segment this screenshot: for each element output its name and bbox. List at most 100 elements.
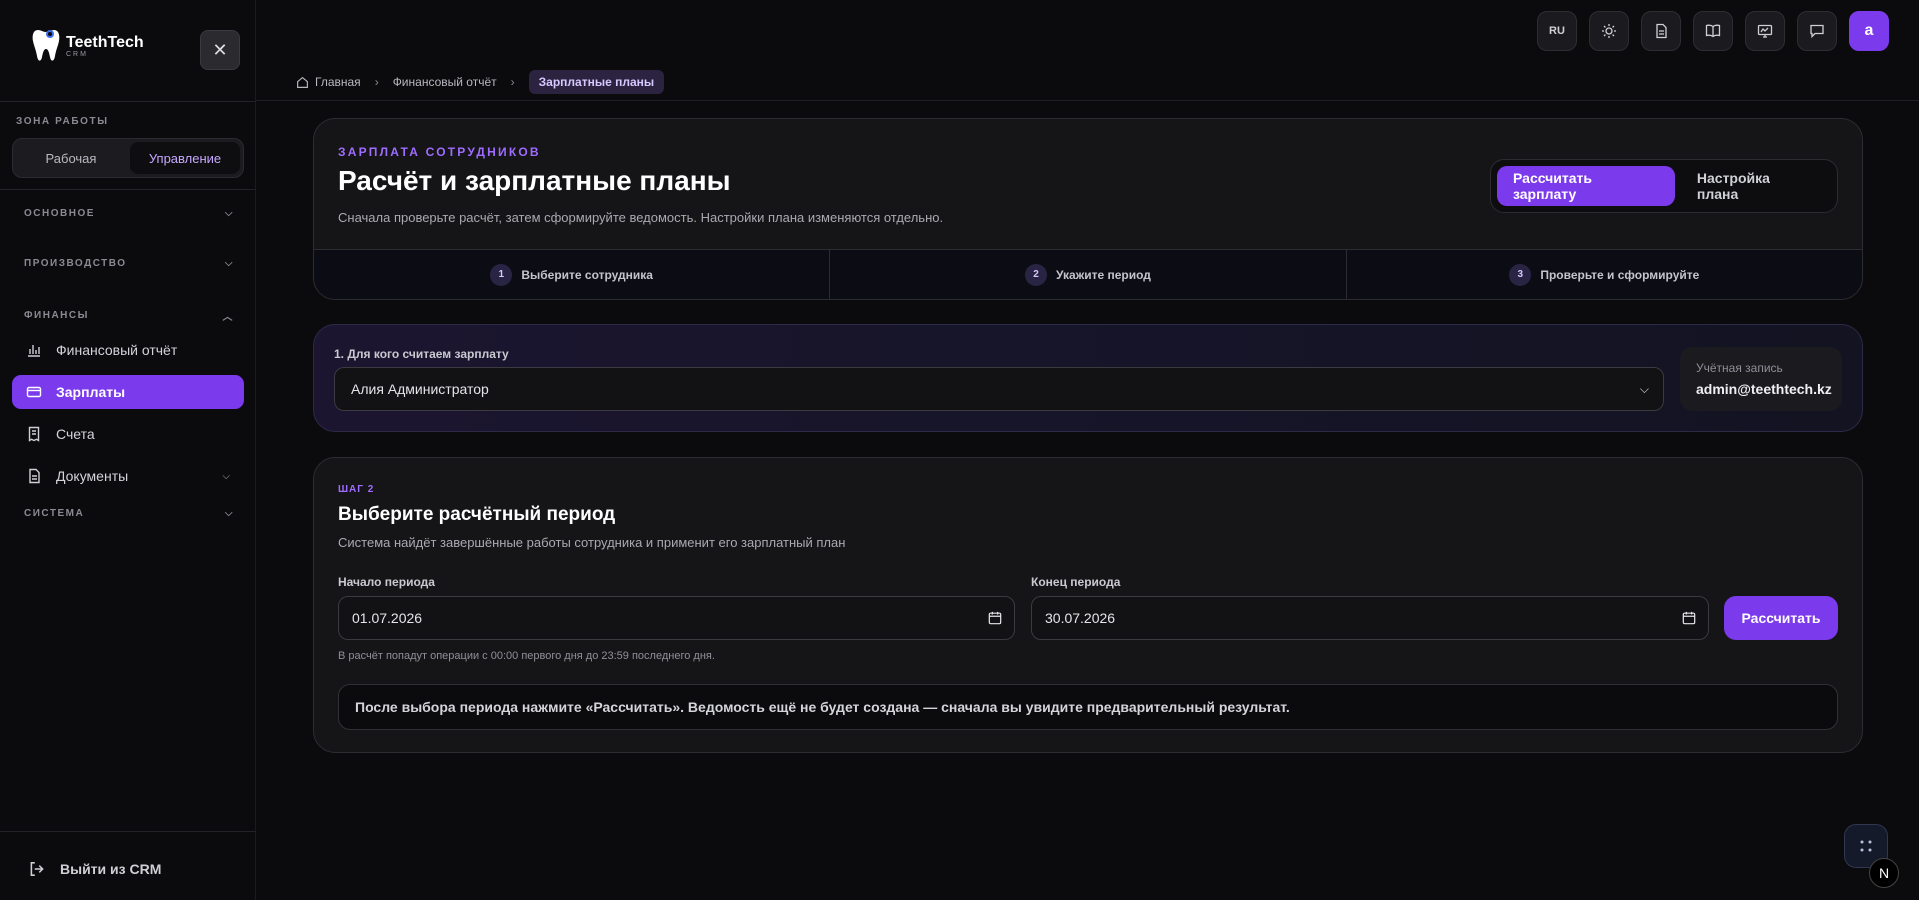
step-tag: ШАГ 2 <box>338 484 375 495</box>
breadcrumb-parent[interactable]: Финансовый отчёт <box>393 75 497 89</box>
theme-toggle-button[interactable] <box>1589 11 1629 51</box>
sidebar-divider <box>0 831 256 832</box>
chat-icon <box>1810 24 1824 39</box>
grid-dots-icon <box>1860 840 1872 852</box>
sidebar-item-salaries[interactable]: Зарплаты <box>12 375 244 409</box>
eyebrow-label: ЗАРПЛАТА СОТРУДНИКОВ <box>338 145 541 159</box>
document-icon <box>29 468 40 484</box>
monitor-icon <box>1757 24 1773 38</box>
book-icon <box>1705 24 1721 38</box>
end-date-label: Конец периода <box>1031 575 1121 589</box>
logout-label: Выйти из CRM <box>60 861 162 877</box>
step-number: 2 <box>1025 263 1048 286</box>
account-value: admin@teethtech.kz <box>1696 381 1832 397</box>
avatar[interactable]: a <box>1849 11 1889 51</box>
end-date-value: 30.07.2026 <box>1045 610 1116 626</box>
section-production[interactable]: ПРОИЗВОДСТВО ⌵ <box>24 258 234 269</box>
zone-option-work[interactable]: Рабочая <box>16 142 126 174</box>
salary-header-card: ЗАРПЛАТА СОТРУДНИКОВ Расчёт и зарплатные… <box>313 118 1863 300</box>
zone-option-manage[interactable]: Управление <box>130 142 240 174</box>
period-hint: В расчёт попадут операции с 00:00 первог… <box>338 650 715 662</box>
language-button[interactable]: RU <box>1537 11 1577 51</box>
end-date-input[interactable]: 30.07.2026 <box>1031 596 1709 640</box>
chevron-down-icon: ⌵ <box>224 508 234 519</box>
docs-button[interactable] <box>1641 11 1681 51</box>
sidebar: TeethTech CRM ✕ ЗОНА РАБОТЫ Рабочая Упра… <box>0 0 256 900</box>
wallet-icon <box>26 386 42 398</box>
steps-bar: 1 Выберите сотрудника 2 Укажите период 3… <box>314 249 1862 299</box>
employee-field-label: 1. Для кого считаем зарплату <box>334 347 509 361</box>
step-label: Укажите период <box>1056 267 1151 282</box>
chat-button[interactable] <box>1797 11 1837 51</box>
tab-plan-settings[interactable]: Настройка плана <box>1681 166 1831 206</box>
chevron-right-icon: › <box>510 75 515 89</box>
section-system-label: СИСТЕМА <box>24 508 85 519</box>
sidebar-item-invoices[interactable]: Счета <box>12 417 244 451</box>
chevron-down-icon: ⌵ <box>224 208 234 219</box>
step-item: 3 Проверьте и сформируйте <box>1347 250 1862 299</box>
step-item: 1 Выберите сотрудника <box>314 250 831 299</box>
logout-button[interactable]: Выйти из CRM <box>28 860 161 878</box>
start-date-value: 01.07.2026 <box>352 610 423 626</box>
section-production-label: ПРОИЗВОДСТВО <box>24 258 127 269</box>
sidebar-item-financial-report[interactable]: Финансовый отчёт <box>12 333 244 367</box>
period-subtitle: Система найдёт завершённые работы сотруд… <box>338 535 846 550</box>
account-label: Учётная запись <box>1696 361 1783 375</box>
logout-icon <box>30 862 44 876</box>
zone-label: ЗОНА РАБОТЫ <box>16 116 109 127</box>
account-info: Учётная запись admin@teethtech.kz <box>1680 347 1842 411</box>
brand-sub: CRM <box>66 50 88 58</box>
period-card: ШАГ 2 Выберите расчётный период Система … <box>313 457 1863 753</box>
tooth-logo-icon <box>32 30 60 61</box>
guide-button[interactable] <box>1693 11 1733 51</box>
sidebar-item-documents[interactable]: Документы ⌵ <box>12 459 244 493</box>
calendar-icon[interactable] <box>988 611 1002 625</box>
chevron-down-icon: ⌵ <box>224 258 234 269</box>
framework-badge-icon[interactable]: N <box>1869 858 1899 888</box>
start-date-label: Начало периода <box>338 575 435 589</box>
step-item: 2 Укажите период <box>830 250 1347 299</box>
sidebar-divider <box>0 101 256 102</box>
sidebar-item-label: Зарплаты <box>56 384 126 400</box>
step-label: Проверьте и сформируйте <box>1540 267 1700 282</box>
section-finance[interactable]: ФИНАНСЫ ︿ <box>24 308 234 323</box>
chevron-down-icon: ⌵ <box>222 470 230 482</box>
section-main-label: ОСНОВНОЕ <box>24 208 95 219</box>
brand-logo[interactable]: TeethTech CRM <box>32 28 144 64</box>
chevron-up-icon: ︿ <box>222 312 234 323</box>
topbar-actions: RU a <box>1537 11 1889 51</box>
employee-select[interactable]: Алия Администратор ⌵ <box>334 367 1664 411</box>
sun-icon <box>1602 24 1616 38</box>
brand-name: TeethTech <box>66 33 144 51</box>
zone-switch: Рабочая Управление <box>12 138 244 178</box>
close-sidebar-button[interactable]: ✕ <box>200 30 240 70</box>
breadcrumb: Главная › Финансовый отчёт › Зарплатные … <box>296 70 665 94</box>
page-subtitle: Сначала проверьте расчёт, затем сформиру… <box>338 210 944 225</box>
section-main[interactable]: ОСНОВНОЕ ⌵ <box>24 208 234 219</box>
section-system[interactable]: СИСТЕМА ⌵ <box>24 508 234 519</box>
info-notice: После выбора периода нажмите «Рассчитать… <box>338 684 1838 730</box>
step-number: 3 <box>1509 263 1532 286</box>
sidebar-divider <box>0 189 256 190</box>
chart-icon <box>28 345 40 357</box>
calendar-icon[interactable] <box>1682 611 1696 625</box>
mode-tabs: Рассчитать зарплату Настройка плана <box>1490 159 1838 213</box>
sidebar-item-label: Документы <box>56 468 129 484</box>
start-date-input[interactable]: 01.07.2026 <box>338 596 1015 640</box>
step-number: 1 <box>490 263 513 286</box>
tab-calculate-salary[interactable]: Рассчитать зарплату <box>1497 166 1675 206</box>
calculate-button[interactable]: Рассчитать <box>1724 596 1838 640</box>
monitor-button[interactable] <box>1745 11 1785 51</box>
employee-card: 1. Для кого считаем зарплату Алия Админи… <box>313 324 1863 432</box>
breadcrumb-current: Зарплатные планы <box>528 70 665 94</box>
sidebar-item-label: Счета <box>56 426 95 442</box>
chevron-right-icon: › <box>374 75 379 89</box>
file-icon <box>1656 23 1667 39</box>
home-icon <box>297 76 308 88</box>
notice-text: После выбора периода нажмите «Рассчитать… <box>355 699 1290 715</box>
receipt-icon <box>28 426 40 442</box>
close-icon: ✕ <box>212 39 228 60</box>
sidebar-item-label: Финансовый отчёт <box>56 342 178 358</box>
breadcrumb-home[interactable]: Главная <box>296 75 361 89</box>
page-title: Расчёт и зарплатные планы <box>338 165 731 196</box>
